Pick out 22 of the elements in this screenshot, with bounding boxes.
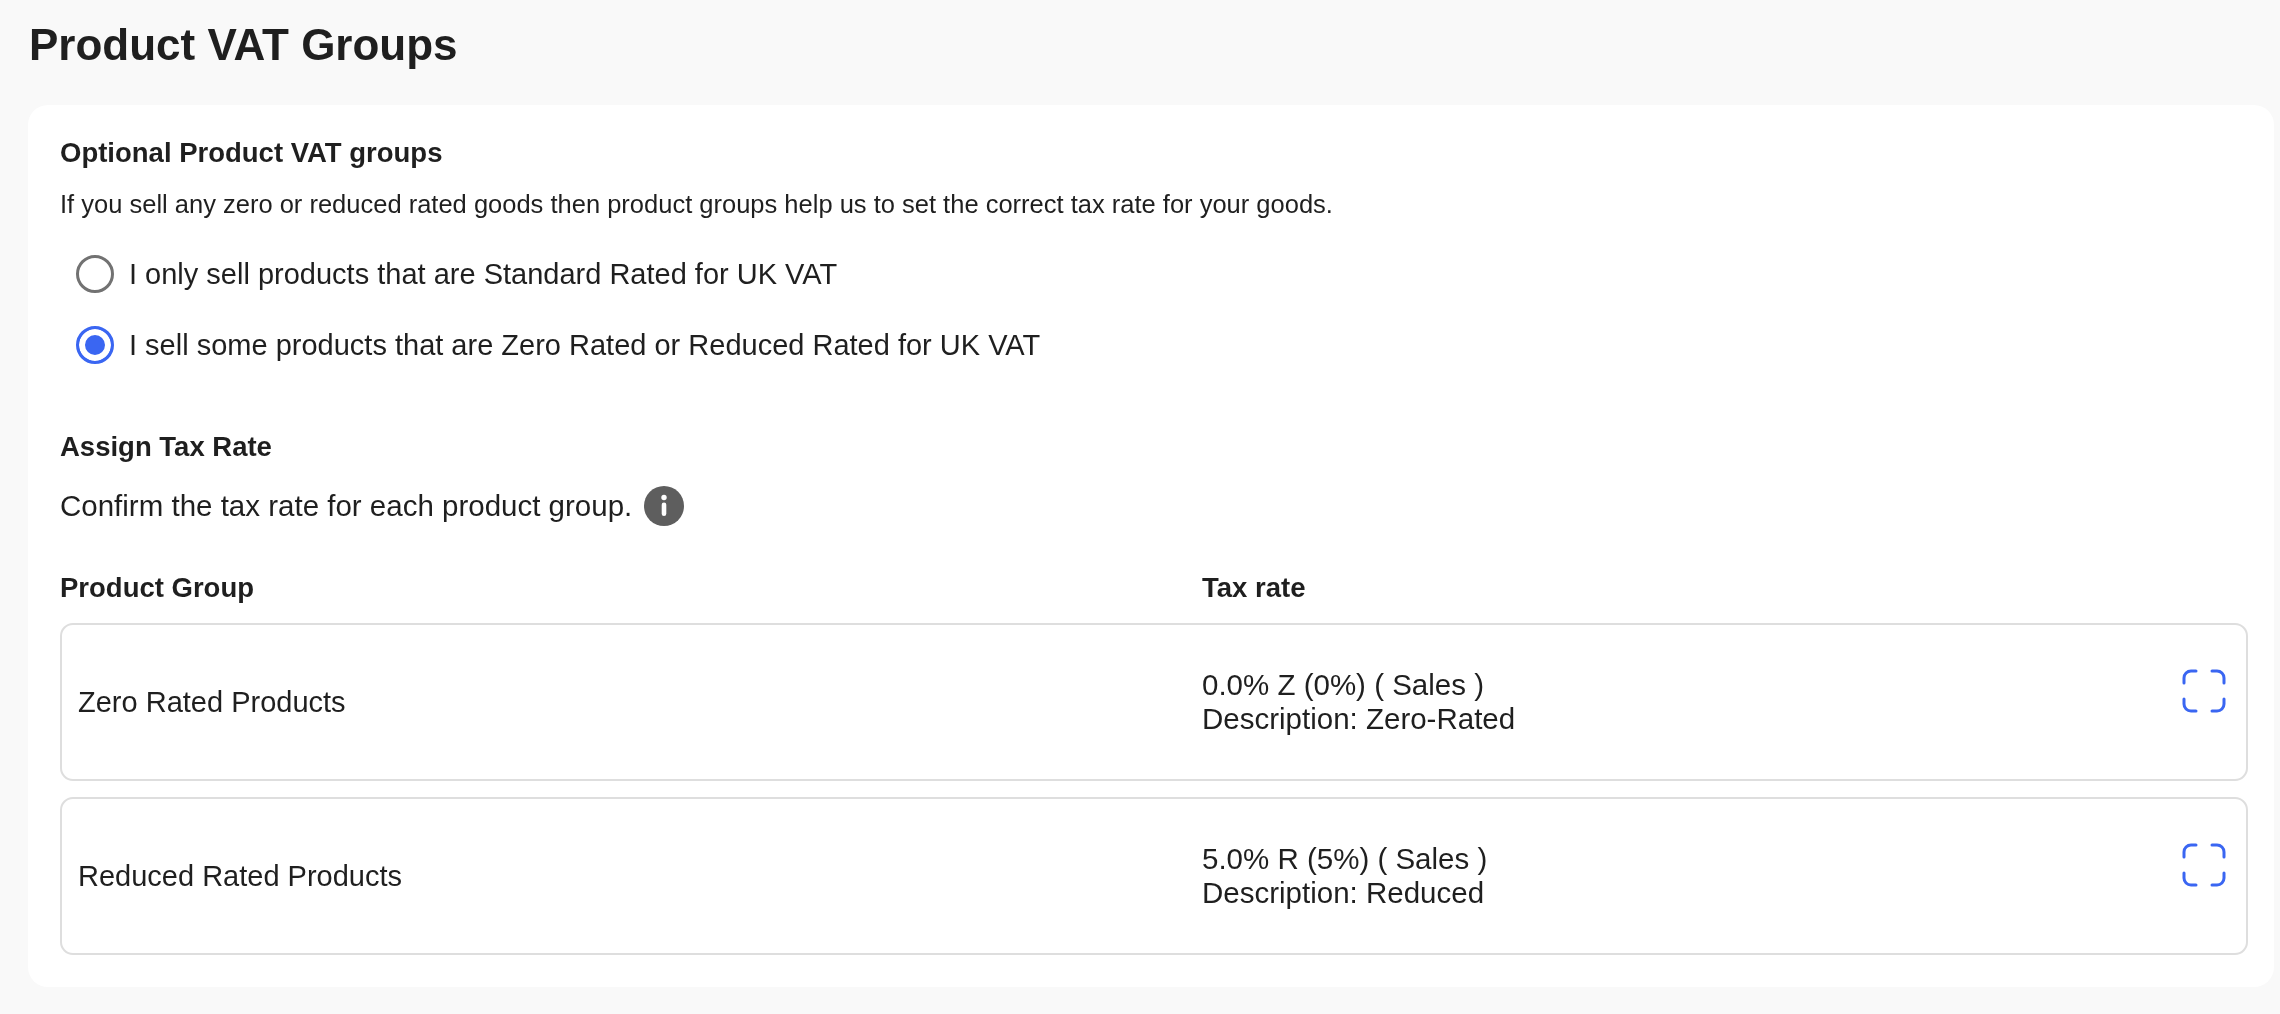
section-heading: Assign Tax Rate [60, 430, 273, 464]
product-group-row[interactable]: Reduced Rated Products 5.0% R (5%) ( Sales ) Description: Reduced [60, 797, 2248, 955]
section-description: If you sell any zero or reduced rated goods then product groups help us to set the correct tax rate for your goods. [60, 189, 1334, 220]
product-group-row[interactable]: Zero Rated Products 0.0% Z (0%) ( Sales ) Description: Zero-Rated [60, 623, 2248, 781]
product-group-name: Zero Rated Products [78, 685, 346, 720]
section-heading: Optional Product VAT groups [60, 136, 444, 170]
corner-brackets-icon[interactable] [2182, 843, 2226, 887]
radio-button[interactable] [76, 326, 114, 364]
page-title: Product VAT Groups [29, 20, 459, 70]
product-group-name: Reduced Rated Products [78, 859, 403, 894]
tax-rate-value: 5.0% R (5%) ( Sales ) [1202, 842, 1488, 876]
radio-label[interactable]: I only sell products that are Standard Rated for UK VAT [129, 256, 838, 292]
column-header: Tax rate [1202, 572, 1306, 603]
instruction-text: Confirm the tax rate for each product group. [60, 488, 633, 524]
tax-rate-value: 0.0% Z (0%) ( Sales ) [1202, 668, 1484, 702]
corner-brackets-icon[interactable] [2182, 669, 2226, 713]
tax-rate-description: Description: Reduced [1202, 876, 1485, 910]
tax-rate-description: Description: Zero-Rated [1202, 702, 1516, 736]
radio-label[interactable]: I sell some products that are Zero Rated or Reduced Rated for UK VAT [129, 327, 1041, 363]
column-header: Product Group [60, 572, 255, 603]
info-icon[interactable] [644, 486, 685, 526]
radio-button[interactable] [76, 255, 114, 293]
